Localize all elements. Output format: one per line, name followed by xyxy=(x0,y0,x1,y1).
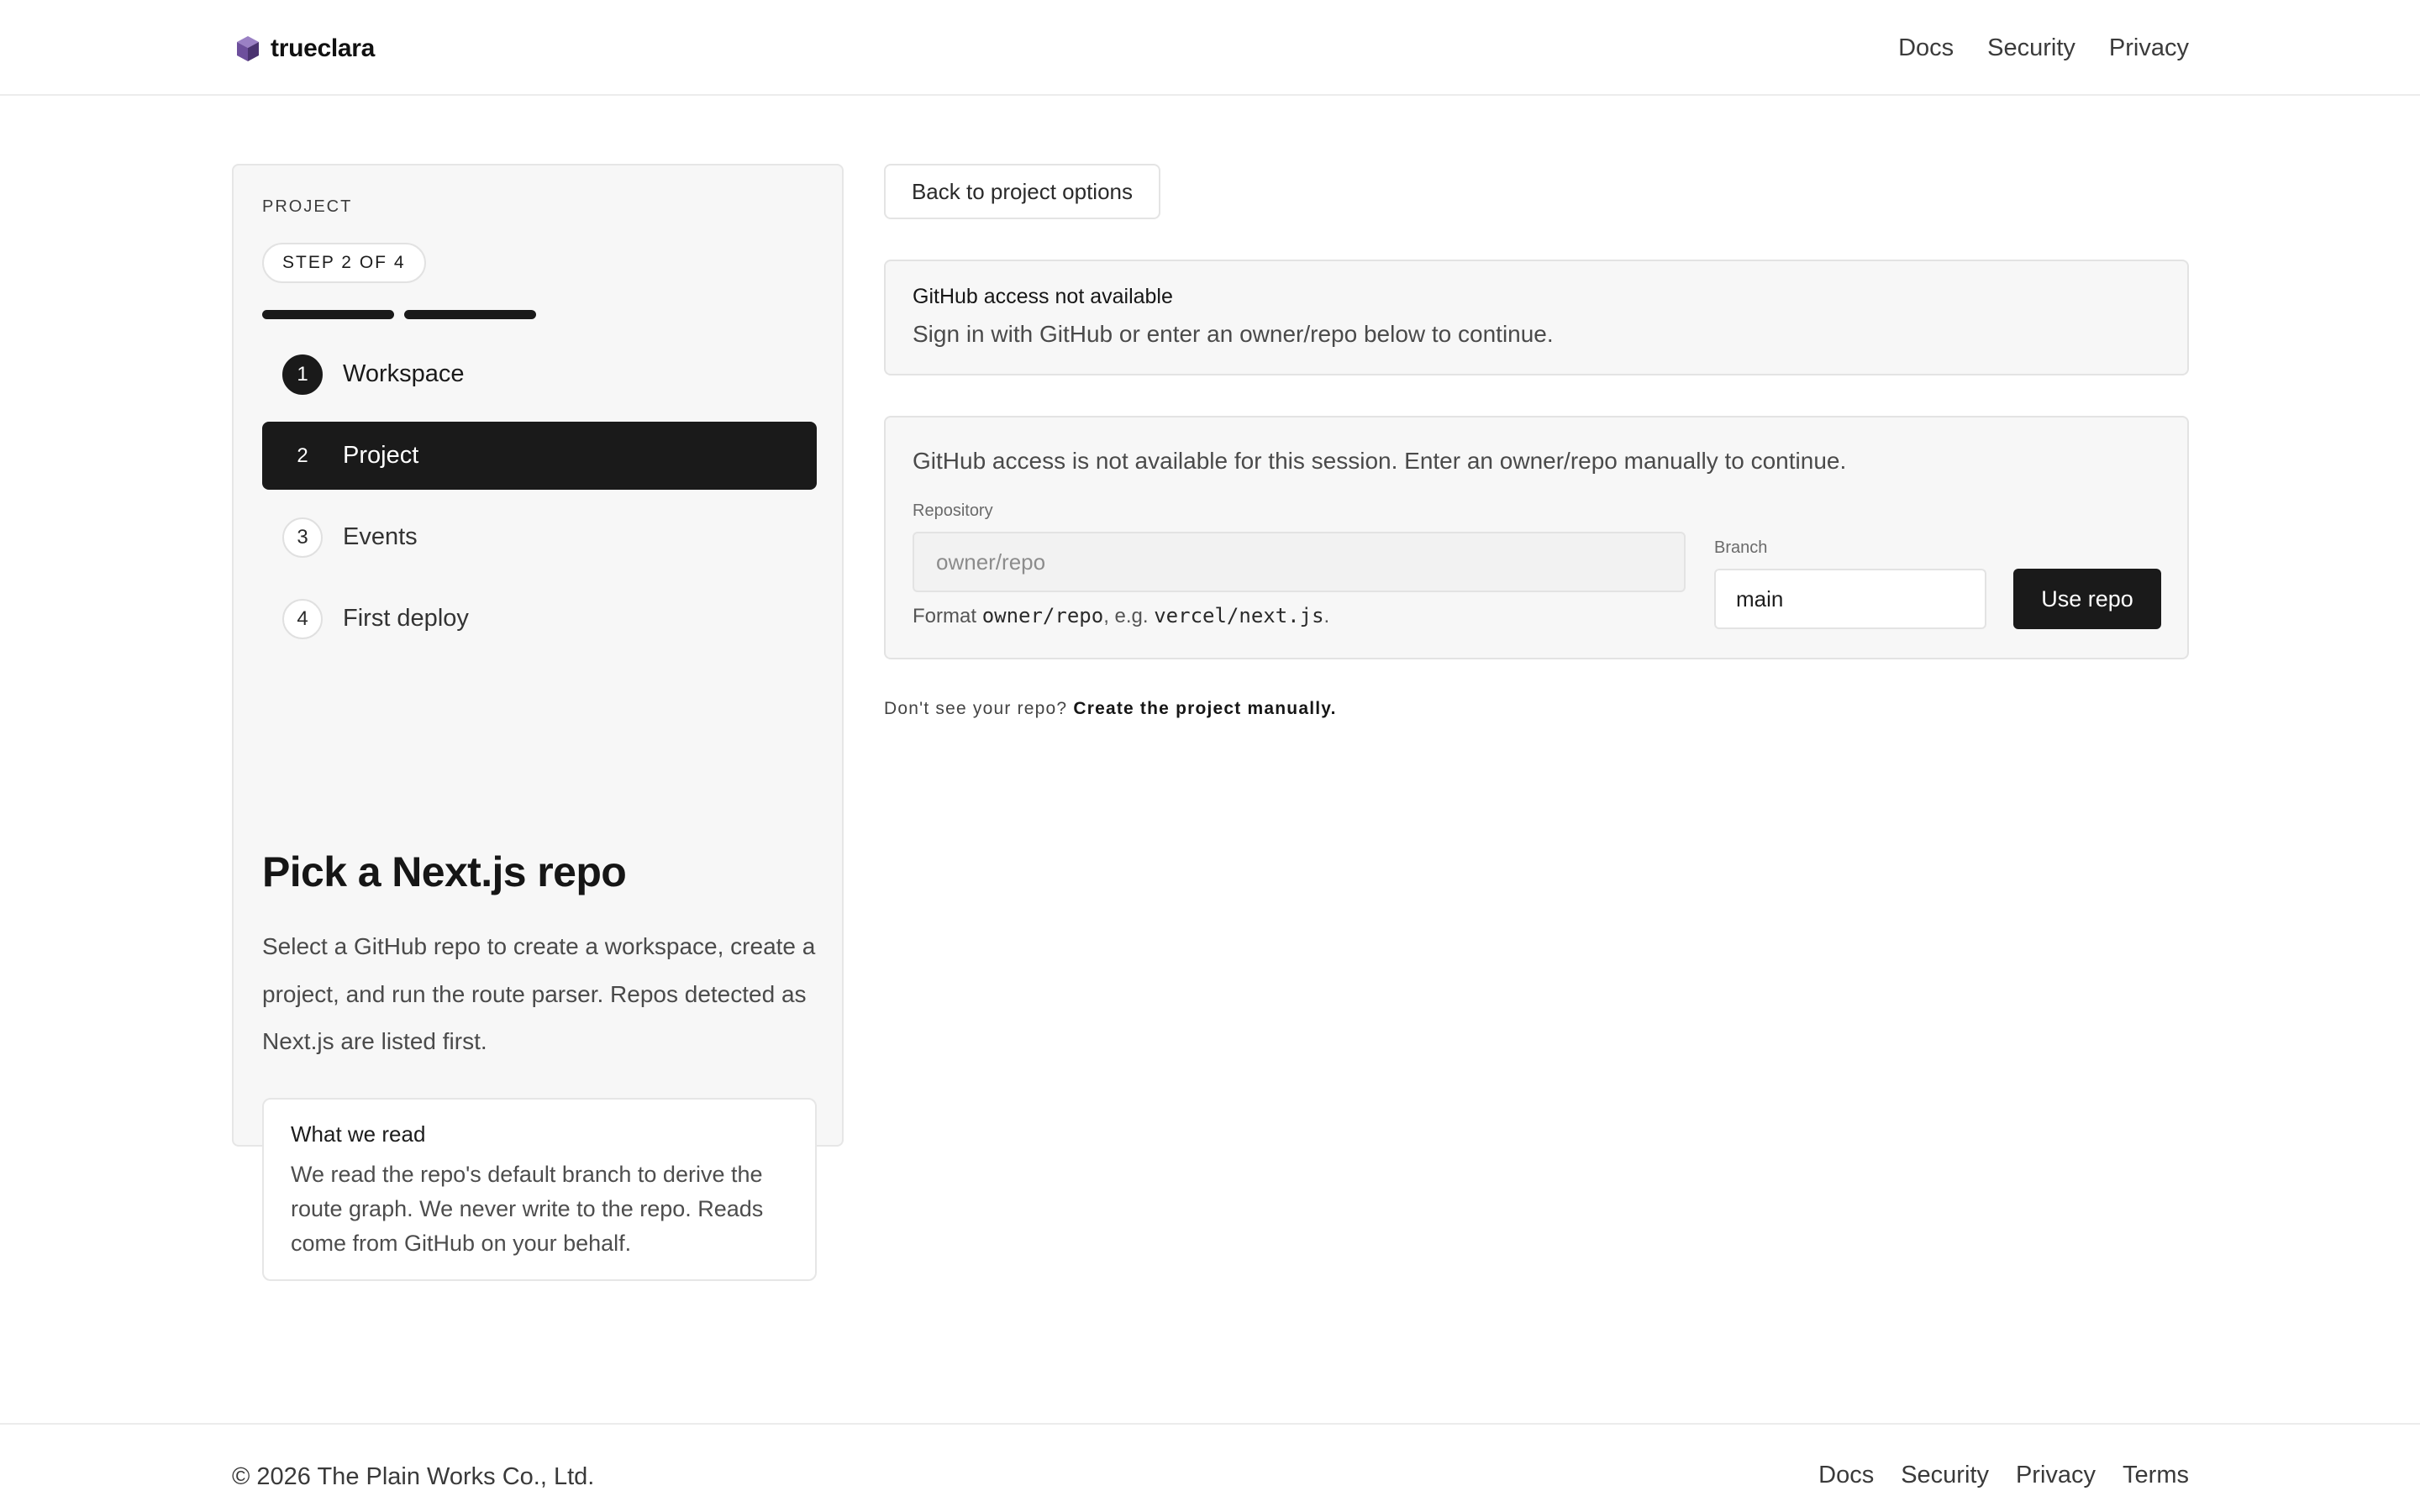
back-to-project-options-button[interactable]: Back to project options xyxy=(884,164,1160,219)
step-list: 1 Workspace 2 Project 3 Events 4 First d… xyxy=(262,340,817,666)
github-access-alert: GitHub access not available Sign in with… xyxy=(884,260,2189,375)
alert-title: GitHub access not available xyxy=(913,285,1173,308)
footer-nav: Docs Security Privacy Terms xyxy=(1818,1462,2189,1489)
info-card-body: We read the repo's default branch to der… xyxy=(291,1162,764,1256)
manual-form-message: GitHub access is not available for this … xyxy=(913,448,1847,474)
step-label: Workspace xyxy=(343,360,465,387)
footer-nav-docs[interactable]: Docs xyxy=(1818,1462,1874,1489)
manual-repo-form: GitHub access is not available for this … xyxy=(884,416,2189,659)
header-nav: Docs Security Privacy xyxy=(1898,29,2189,67)
step-number: 3 xyxy=(282,517,323,558)
step-item-events[interactable]: 3 Events xyxy=(262,503,817,571)
header-nav-docs[interactable]: Docs xyxy=(1898,34,1954,62)
step-item-first-deploy[interactable]: 4 First deploy xyxy=(262,585,817,653)
panel-eyebrow: PROJECT xyxy=(262,197,353,216)
branch-label: Branch xyxy=(1714,538,1768,557)
branch-input[interactable] xyxy=(1714,569,1986,629)
footer-nav-privacy[interactable]: Privacy xyxy=(2016,1462,2096,1489)
info-card: What we read We read the repo's default … xyxy=(262,1098,817,1281)
hint-code-example: vercel/next.js xyxy=(1154,604,1324,627)
step-number: 1 xyxy=(282,354,323,395)
footer: © 2026 The Plain Works Co., Ltd. Docs Se… xyxy=(0,1423,2420,1512)
progress-segment xyxy=(262,310,394,319)
create-manually-prompt: Don't see your repo? Create the project … xyxy=(884,699,1337,719)
page-title: Pick a Next.js repo xyxy=(262,848,627,895)
top-bar: trueclara Docs Security Privacy xyxy=(0,0,2420,96)
step-number: 2 xyxy=(297,444,308,467)
step-label: First deploy xyxy=(343,605,469,632)
info-card-title: What we read xyxy=(291,1121,426,1147)
step-item-workspace[interactable]: 1 Workspace xyxy=(262,340,817,408)
create-manually-prefix: Don't see your repo? xyxy=(884,699,1074,718)
hint-suffix: . xyxy=(1323,605,1330,627)
progress-segment xyxy=(404,310,536,319)
create-project-manually-link[interactable]: Create the project manually. xyxy=(1073,699,1336,718)
step-progress-bar xyxy=(262,310,536,319)
footer-nav-terms[interactable]: Terms xyxy=(2123,1462,2189,1489)
brand[interactable]: trueclara xyxy=(235,32,375,66)
copyright: © 2026 The Plain Works Co., Ltd. xyxy=(232,1463,595,1490)
hint-prefix: Format xyxy=(913,605,982,627)
brand-name: trueclara xyxy=(271,34,376,62)
page-description: Select a GitHub repo to create a workspa… xyxy=(262,933,816,1054)
step-item-project[interactable]: 2 Project xyxy=(262,422,817,490)
repository-input[interactable] xyxy=(913,532,1686,592)
cube-icon xyxy=(237,36,259,61)
step-number: 4 xyxy=(282,598,323,639)
repository-label: Repository xyxy=(913,501,993,520)
step-counter-badge: STEP 2 OF 4 xyxy=(262,243,426,283)
hint-mid: , e.g. xyxy=(1103,605,1155,627)
step-label: Events xyxy=(343,523,418,550)
footer-nav-security[interactable]: Security xyxy=(1901,1462,1989,1489)
onboarding-panel: PROJECT STEP 2 OF 4 1 Workspace 2 Projec… xyxy=(232,164,844,1281)
step-label: Project xyxy=(343,442,419,469)
use-repo-button[interactable]: Use repo xyxy=(2013,569,2161,629)
header-nav-security[interactable]: Security xyxy=(1987,34,2075,62)
repository-format-hint: Format owner/repo, e.g. vercel/next.js. xyxy=(913,604,1329,628)
hint-code-format: owner/repo xyxy=(981,604,1104,627)
alert-body: Sign in with GitHub or enter an owner/re… xyxy=(913,321,1554,347)
header-nav-privacy[interactable]: Privacy xyxy=(2109,34,2189,62)
